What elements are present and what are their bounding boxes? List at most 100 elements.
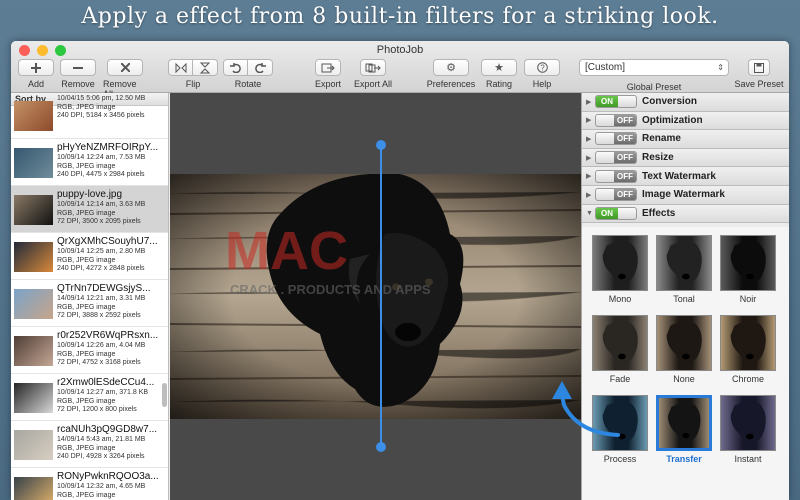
filter-label: Mono (608, 294, 632, 304)
disclosure-open-icon[interactable]: ▼ (586, 210, 595, 217)
section-toggle[interactable]: OFF (595, 113, 637, 127)
file-type: RGB, JPEG image (57, 209, 116, 217)
flip-horizontal-icon[interactable] (168, 59, 193, 76)
title-bar: PhotoJob Add Remove Remove All Flip Ro (11, 41, 789, 99)
rating-label: Rating (485, 79, 512, 89)
global-preset-select[interactable]: [Custom] ⇕ (579, 59, 729, 76)
remove-button[interactable]: Remove (59, 59, 97, 89)
toggle-state: ON (596, 207, 618, 219)
save-preset-button[interactable]: Save Preset (733, 59, 785, 89)
sidebar-scrollbar[interactable] (162, 383, 167, 407)
split-handle-top[interactable] (376, 140, 386, 150)
filter-preview (656, 315, 712, 371)
export-all-label: Export All (353, 79, 393, 89)
toggle-state: ON (596, 96, 618, 108)
rotate-left-icon[interactable] (223, 59, 248, 76)
item-meta: QrXgXMhCSouyhU7... 10/09/14 12:25 am, 2.… (57, 236, 165, 274)
file-name: puppy-love.jpg (57, 189, 123, 200)
list-item[interactable]: QTrNn7DEWGsjyS... 14/09/14 12:21 am, 3.3… (11, 280, 168, 327)
rotate-group: Rotate (223, 59, 273, 89)
list-item[interactable]: r2Xmw0lESdeCCu4... 10/09/14 12:27 am, 37… (11, 374, 168, 421)
list-item[interactable]: puppy-love.jpg 10/09/14 12:14 am, 3.63 M… (11, 186, 168, 233)
filter-preview (656, 235, 712, 291)
effects-filter-grid: Mono Tonal Noir Fade None Chrome Process… (582, 227, 789, 500)
filter-noir[interactable]: Noir (720, 235, 776, 307)
item-meta: r2Xmw0lESdeCCu4... 10/09/14 12:27 am, 37… (57, 377, 165, 415)
section-name: Effects (642, 207, 676, 219)
disclosure-closed-icon[interactable]: ▶ (586, 98, 595, 106)
section-toggle[interactable]: OFF (595, 188, 637, 202)
watermark-subtext: CRACK . PRODUCTS AND APPS (230, 282, 431, 297)
file-type: RGB, JPEG image (57, 397, 116, 405)
filter-label: Tonal (673, 294, 695, 304)
app-window: PhotoJob Add Remove Remove All Flip Ro (11, 41, 789, 500)
save-preset-label: Save Preset (734, 79, 784, 89)
file-date: 10/09/14 12:24 am, 7.53 MB (57, 154, 146, 161)
section-toggle[interactable]: ON (595, 206, 637, 220)
section-rename[interactable]: ▶ OFF Rename (582, 130, 789, 149)
filter-transfer[interactable]: Transfer (656, 395, 712, 467)
disclosure-closed-icon[interactable]: ▶ (586, 172, 595, 180)
file-type: RGB, JPEG image (57, 303, 116, 311)
compare-split-line[interactable] (380, 145, 382, 447)
promo-headline: Apply a effect from 8 built-in filters f… (81, 4, 719, 29)
thumbnail (14, 148, 53, 178)
list-item[interactable]: r0r252VR6WqPRsxn... 10/09/14 12:26 am, 4… (11, 327, 168, 374)
filter-label: Noir (739, 294, 757, 304)
file-date: 10/09/14 12:32 am, 4.65 MB (57, 483, 146, 490)
thumbnail (14, 101, 53, 131)
filter-label: Chrome (731, 374, 764, 384)
filter-preview (592, 315, 648, 371)
rotate-right-icon[interactable] (248, 59, 273, 76)
list-item[interactable]: RONyPwknRQOO3a... 10/09/14 12:32 am, 4.6… (11, 468, 168, 500)
item-meta: pHyYeNZMRFOIRpY... 10/09/14 12:24 am, 7.… (57, 142, 165, 180)
filter-chrome[interactable]: Chrome (720, 315, 776, 387)
section-toggle[interactable]: OFF (595, 132, 637, 146)
file-name: QTrNn7DEWGsjyS... (57, 283, 151, 294)
disclosure-closed-icon[interactable]: ▶ (586, 116, 595, 124)
filter-none[interactable]: None (656, 315, 712, 387)
export-all-icon (360, 59, 386, 76)
thumbnail (14, 242, 53, 272)
section-image-watermark[interactable]: ▶ OFF Image Watermark (582, 185, 789, 205)
item-meta: puppy-love.jpg 10/09/14 12:14 am, 3.63 M… (57, 189, 165, 227)
filter-tonal[interactable]: Tonal (656, 235, 712, 307)
disclosure-closed-icon[interactable]: ▶ (586, 154, 595, 162)
section-conversion[interactable]: ▶ ON Conversion (582, 93, 789, 112)
thumbnail (14, 289, 53, 319)
section-toggle[interactable]: ON (595, 95, 637, 109)
filter-mono[interactable]: Mono (592, 235, 648, 307)
flip-vertical-icon[interactable] (193, 59, 218, 76)
item-meta: r0r252VR6WqPRsxn... 10/09/14 12:26 am, 4… (57, 330, 165, 368)
section-toggle[interactable]: OFF (595, 169, 637, 183)
export-button[interactable]: Export (309, 59, 347, 89)
list-item[interactable]: QrXgXMhCSouyhU7... 10/09/14 12:25 am, 2.… (11, 233, 168, 280)
item-meta: QTrNn7DEWGsjyS... 14/09/14 12:21 am, 3.3… (57, 283, 165, 321)
section-toggle[interactable]: OFF (595, 151, 637, 165)
section-resize[interactable]: ▶ OFF Resize (582, 148, 789, 168)
disclosure-closed-icon[interactable]: ▶ (586, 135, 595, 143)
preview-canvas[interactable]: MAC CRACK . PRODUCTS AND APPS (170, 93, 581, 500)
file-dims: 72 DPI, 3500 x 2095 pixels (57, 218, 141, 225)
file-dims: 240 DPI, 4272 x 2848 pixels (57, 265, 145, 272)
list-item[interactable]: rcaNUh3pQ9GD8w7... 14/09/14 5:43 am, 21.… (11, 421, 168, 468)
list-item[interactable]: pHyYeNZMRFOIRpY... 10/09/14 12:24 am, 7.… (11, 139, 168, 186)
help-button[interactable]: ? Help (522, 59, 562, 89)
export-all-button[interactable]: Export All (349, 59, 397, 89)
add-button[interactable]: Add (17, 59, 55, 89)
file-dims: 72 DPI, 4752 x 3168 pixels (57, 359, 141, 366)
svg-text:?: ? (540, 64, 545, 73)
help-icon: ? (524, 59, 560, 76)
section-text-watermark[interactable]: ▶ OFF Text Watermark (582, 167, 789, 186)
section-effects[interactable]: ▼ ON Effects (582, 204, 789, 224)
gear-icon: ⚙ (433, 59, 469, 76)
preferences-button[interactable]: ⚙ Preferences (425, 59, 477, 89)
file-dims: 72 DPI, 3888 x 2592 pixels (57, 312, 141, 319)
flip-group: Flip (168, 59, 218, 89)
section-optimization[interactable]: ▶ OFF Optimization (582, 111, 789, 131)
split-handle-bottom[interactable] (376, 442, 386, 452)
export-icon (315, 59, 341, 76)
filter-instant[interactable]: Instant (720, 395, 776, 467)
disclosure-closed-icon[interactable]: ▶ (586, 191, 595, 199)
rating-button[interactable]: ★ Rating (479, 59, 519, 89)
